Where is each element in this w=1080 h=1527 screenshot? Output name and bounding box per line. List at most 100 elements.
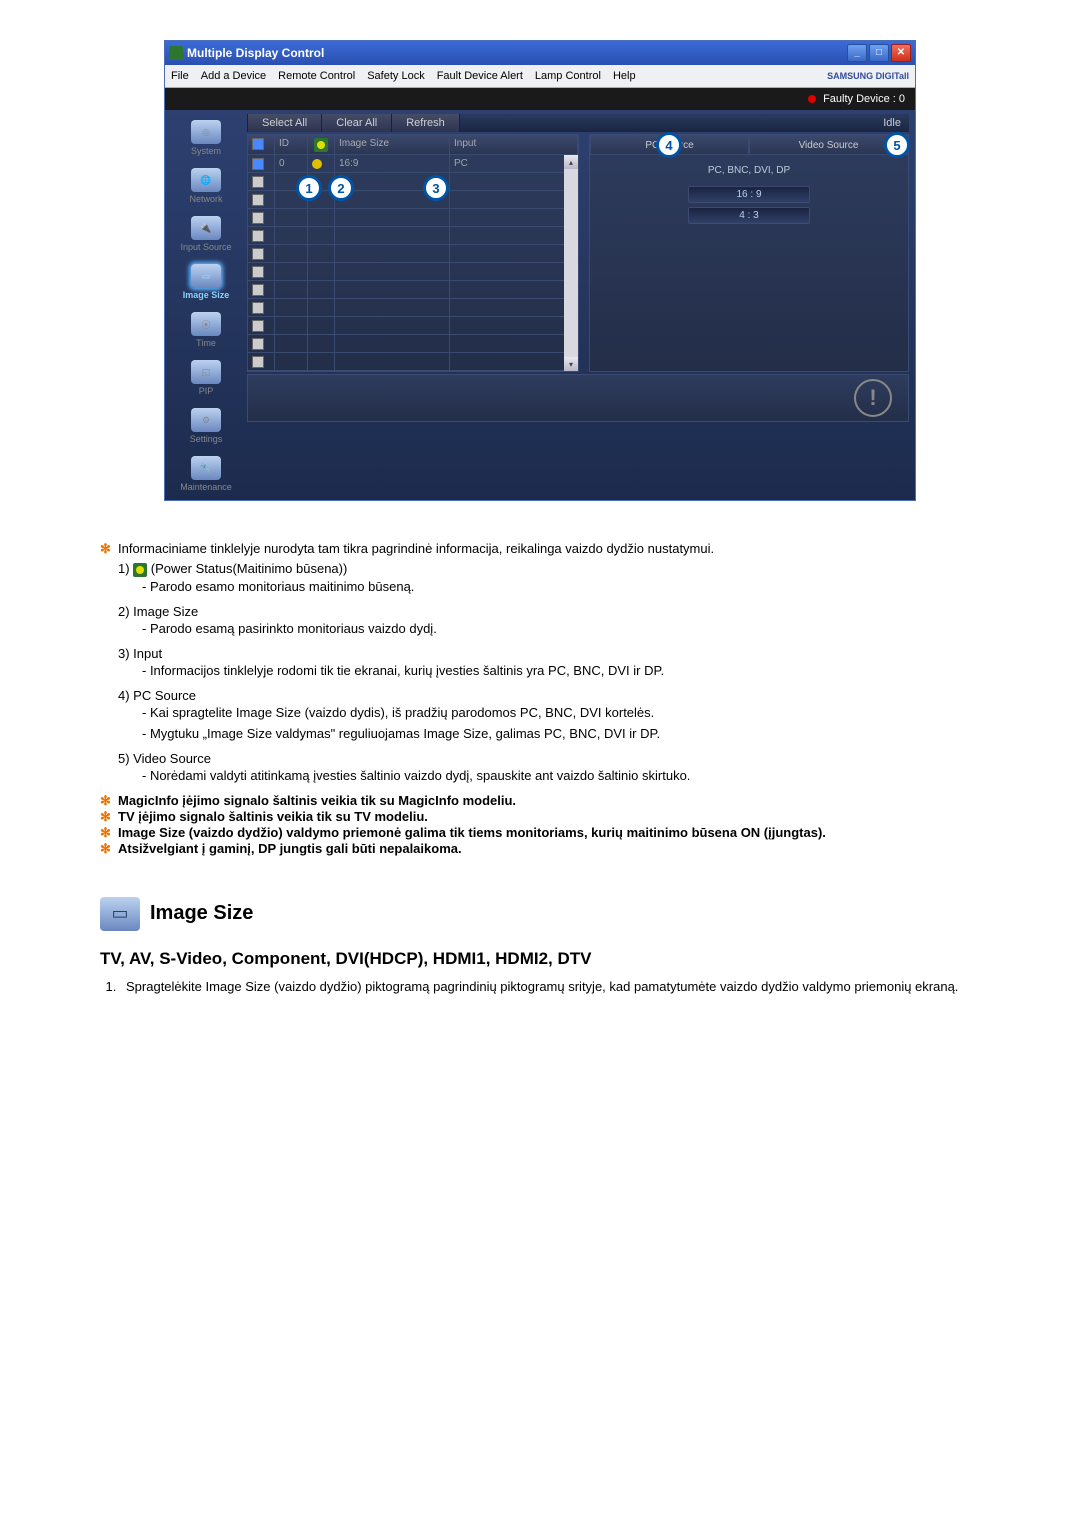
minimize-button[interactable]: _ — [847, 44, 867, 62]
step-1: Spragtelėkite Image Size (vaizdo dydžio)… — [120, 979, 980, 994]
power-on-icon — [312, 159, 322, 169]
menubar: File Add a Device Remote Control Safety … — [165, 65, 915, 88]
maximize-button[interactable]: □ — [869, 44, 889, 62]
table-scrollbar[interactable]: ▴ ▾ — [564, 155, 578, 371]
callout-1: 1 — [296, 175, 322, 201]
table-row[interactable] — [248, 227, 578, 245]
section-image-size: ▭ Image Size — [100, 897, 980, 931]
image-size-section-icon: ▭ — [100, 897, 140, 931]
sidebar-label: Input Source — [165, 242, 247, 252]
row-checkbox[interactable] — [252, 356, 264, 368]
faulty-label: Faulty Device : 0 — [823, 93, 905, 105]
row-checkbox[interactable] — [252, 230, 264, 242]
maintenance-icon: 🔧 — [191, 456, 221, 480]
row-checkbox[interactable] — [252, 284, 264, 296]
device-table: ID Image Size Input 0 16:9 PC — [247, 134, 579, 372]
star-icon: ✻ — [100, 825, 118, 841]
item3-desc: - Informacijos tinklelyje rodomi tik tie… — [142, 663, 980, 678]
star-icon: ✻ — [100, 841, 118, 857]
cell-image-size: 16:9 — [335, 155, 450, 173]
row-checkbox[interactable] — [252, 302, 264, 314]
menu-file[interactable]: File — [171, 70, 189, 82]
row-checkbox[interactable] — [252, 338, 264, 350]
row-checkbox[interactable] — [252, 320, 264, 332]
star-icon: ✻ — [100, 541, 118, 557]
clear-all-button[interactable]: Clear All — [322, 114, 392, 132]
sidebar-item-settings[interactable]: ⚙ Settings — [165, 404, 247, 452]
table-row[interactable] — [248, 353, 578, 371]
ratio-16-9-button[interactable]: 16 : 9 — [688, 186, 810, 203]
item2-label: 2) Image Size — [118, 604, 198, 619]
refresh-button[interactable]: Refresh — [392, 114, 460, 132]
table-row[interactable] — [248, 281, 578, 299]
system-icon: ◎ — [191, 120, 221, 144]
item1-name: (Power Status(Maitinimo būsena)) — [151, 561, 348, 576]
titlebar: Multiple Display Control _ □ ✕ — [165, 41, 915, 65]
faulty-dot-icon — [808, 95, 816, 103]
sidebar-item-maintenance[interactable]: 🔧 Maintenance — [165, 452, 247, 500]
select-all-button[interactable]: Select All — [247, 114, 322, 132]
table-row[interactable]: 0 16:9 PC — [248, 155, 578, 173]
network-icon: 🌐 — [191, 168, 221, 192]
section-subtitle: TV, AV, S-Video, Component, DVI(HDCP), H… — [100, 949, 980, 969]
row-checkbox[interactable] — [252, 266, 264, 278]
table-header: ID Image Size Input — [248, 135, 578, 155]
sidebar-item-image-size[interactable]: ▭ Image Size — [165, 260, 247, 308]
section-title: Image Size — [150, 902, 253, 925]
item4-desc2: - Mygtuku „Image Size valdymas" reguliuo… — [142, 726, 980, 741]
sidebar-label: Maintenance — [165, 482, 247, 492]
star-icon: ✻ — [100, 793, 118, 809]
row-checkbox[interactable] — [252, 248, 264, 260]
item5-desc: - Norėdami valdyti atitinkamą įvesties š… — [142, 768, 980, 783]
sidebar-label: PIP — [165, 386, 247, 396]
input-source-icon: 🔌 — [191, 216, 221, 240]
menu-fault-alert[interactable]: Fault Device Alert — [437, 70, 523, 82]
table-row[interactable] — [248, 299, 578, 317]
table-row[interactable] — [248, 335, 578, 353]
table-row[interactable] — [248, 209, 578, 227]
table-row[interactable] — [248, 317, 578, 335]
sidebar: ◎ System 🌐 Network 🔌 Input Source ▭ Imag… — [165, 110, 247, 500]
close-button[interactable]: ✕ — [891, 44, 911, 62]
section-steps: Spragtelėkite Image Size (vaizdo dydžio)… — [120, 979, 980, 994]
sidebar-item-time[interactable]: ⦿ Time — [165, 308, 247, 356]
callout-3: 3 — [423, 175, 449, 201]
header-checkbox[interactable] — [252, 138, 264, 150]
scroll-down-button[interactable]: ▾ — [564, 357, 578, 371]
col-image-size: Image Size — [335, 135, 450, 155]
row-checkbox[interactable] — [252, 212, 264, 224]
menu-remote-control[interactable]: Remote Control — [278, 70, 355, 82]
sidebar-item-network[interactable]: 🌐 Network — [165, 164, 247, 212]
window-title: Multiple Display Control — [187, 46, 324, 60]
sidebar-item-input-source[interactable]: 🔌 Input Source — [165, 212, 247, 260]
sidebar-label: Time — [165, 338, 247, 348]
row-checkbox[interactable] — [252, 194, 264, 206]
workspace: ◎ System 🌐 Network 🔌 Input Source ▭ Imag… — [165, 110, 915, 500]
ratio-4-3-button[interactable]: 4 : 3 — [688, 207, 810, 224]
scroll-up-button[interactable]: ▴ — [564, 155, 578, 169]
callout-5: 5 — [884, 132, 910, 158]
col-input: Input — [450, 135, 578, 155]
note2: TV įėjimo signalo šaltinis veikia tik su… — [118, 809, 428, 824]
note4: Atsižvelgiant į gaminį, DP jungtis gali … — [118, 841, 462, 856]
item4-desc1: - Kai spragtelite Image Size (vaizdo dyd… — [142, 705, 980, 720]
sidebar-label: Network — [165, 194, 247, 204]
sidebar-item-pip[interactable]: ◱ PIP — [165, 356, 247, 404]
menu-lamp-control[interactable]: Lamp Control — [535, 70, 601, 82]
menu-add-device[interactable]: Add a Device — [201, 70, 266, 82]
row-checkbox[interactable] — [252, 176, 264, 188]
col-id: ID — [275, 135, 308, 155]
doc-body: ✻Informaciniame tinklelyje nurodyta tam … — [100, 541, 980, 857]
cell-id: 0 — [275, 155, 308, 173]
pip-icon: ◱ — [191, 360, 221, 384]
row-checkbox[interactable] — [252, 158, 264, 170]
table-row[interactable] — [248, 263, 578, 281]
menu-safety-lock[interactable]: Safety Lock — [367, 70, 424, 82]
menu-help[interactable]: Help — [613, 70, 636, 82]
brand-label: SAMSUNG DIGITall — [827, 71, 909, 81]
table-row[interactable] — [248, 245, 578, 263]
sidebar-item-system[interactable]: ◎ System — [165, 116, 247, 164]
time-icon: ⦿ — [191, 312, 221, 336]
settings-icon: ⚙ — [191, 408, 221, 432]
note3: Image Size (vaizdo dydžio) valdymo priem… — [118, 825, 826, 840]
